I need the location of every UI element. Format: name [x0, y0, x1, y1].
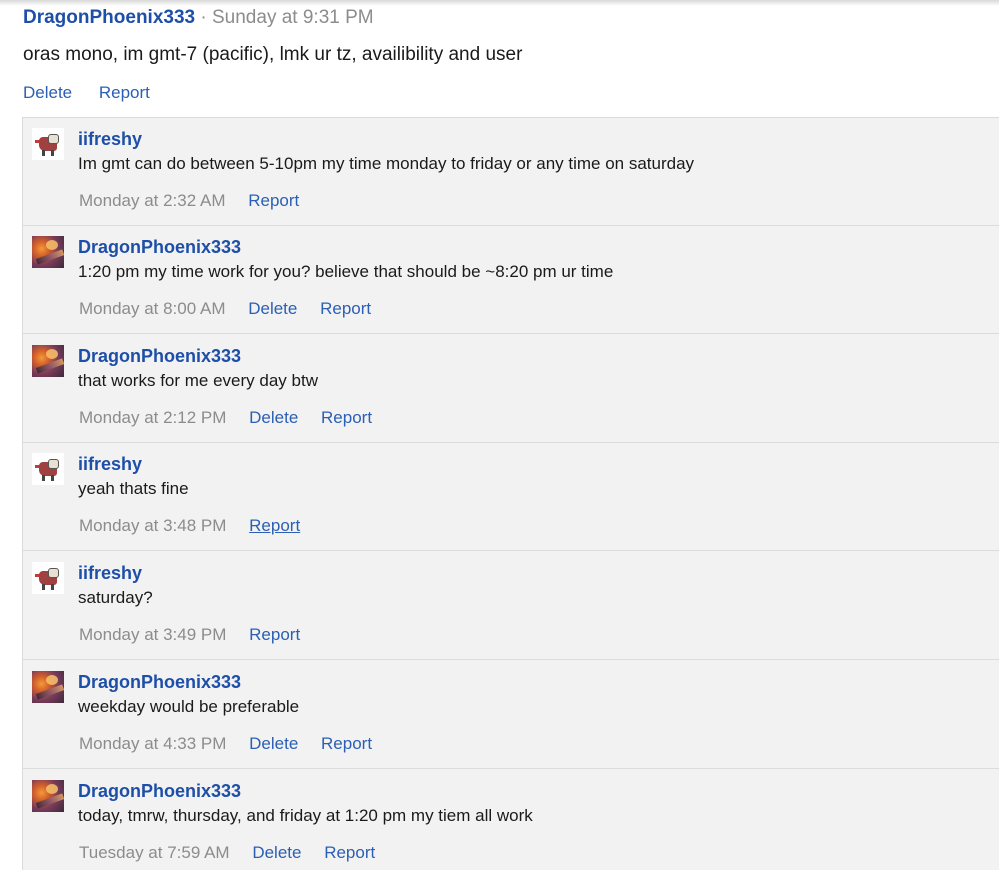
comment-delete-link[interactable]: Delete — [252, 843, 301, 862]
comment-author-link[interactable]: DragonPhoenix333 — [78, 780, 241, 802]
comment-timestamp[interactable]: Monday at 3:49 PM — [79, 625, 226, 644]
avatar[interactable] — [32, 236, 64, 268]
comment-meta: Monday at 3:48 PM Report — [79, 515, 300, 537]
comment-meta: Monday at 4:33 PM Delete Report — [79, 733, 372, 755]
post-actions: Delete Report — [23, 82, 150, 104]
comment-item: iifreshy saturday? Monday at 3:49 PM Rep… — [23, 552, 999, 660]
comment-meta: Monday at 8:00 AM Delete Report — [79, 298, 371, 320]
comment-timestamp[interactable]: Monday at 2:32 AM — [79, 191, 225, 210]
post-report-link[interactable]: Report — [99, 83, 150, 102]
sprite-head — [48, 134, 59, 144]
comment-text: saturday? — [78, 588, 153, 607]
comment-delete-link[interactable]: Delete — [248, 299, 297, 318]
comment-meta: Tuesday at 7:59 AM Delete Report — [79, 842, 375, 864]
avatar-glow — [46, 240, 58, 250]
post-header: DragonPhoenix333 · Sunday at 9:31 PM — [23, 6, 374, 30]
comment-timestamp[interactable]: Tuesday at 7:59 AM — [79, 843, 230, 862]
sprite-head — [48, 459, 59, 469]
comment-report-link[interactable]: Report — [324, 843, 375, 862]
avatar[interactable] — [32, 345, 64, 377]
comment-report-link[interactable]: Report — [249, 625, 300, 644]
sprite-leg — [42, 475, 45, 481]
avatar[interactable] — [32, 562, 64, 594]
comment-report-link[interactable]: Report — [321, 408, 372, 427]
post-delete-link[interactable]: Delete — [23, 83, 72, 102]
comment-timestamp[interactable]: Monday at 3:48 PM — [79, 516, 226, 535]
comment-author-link[interactable]: DragonPhoenix333 — [78, 236, 241, 258]
sprite-leg — [51, 584, 54, 590]
comment-author-link[interactable]: iifreshy — [78, 128, 142, 150]
sprite-leg — [42, 150, 45, 156]
comment-meta: Monday at 2:12 PM Delete Report — [79, 407, 372, 429]
comment-report-link[interactable]: Report — [321, 734, 372, 753]
avatar[interactable] — [32, 671, 64, 703]
avatar-streak — [35, 358, 64, 374]
sprite-head — [48, 568, 59, 578]
comment-item: DragonPhoenix333 1:20 pm my time work fo… — [23, 226, 999, 334]
comment-author-link[interactable]: iifreshy — [78, 453, 142, 475]
avatar[interactable] — [32, 128, 64, 160]
sprite-leg — [51, 150, 54, 156]
comment-delete-link[interactable]: Delete — [249, 408, 298, 427]
avatar-glow — [46, 784, 58, 794]
comment-item: DragonPhoenix333 that works for me every… — [23, 335, 999, 443]
avatar[interactable] — [32, 453, 64, 485]
avatar[interactable] — [32, 780, 64, 812]
comment-report-link[interactable]: Report — [248, 191, 299, 210]
avatar-streak — [35, 684, 64, 700]
comment-report-link[interactable]: Report — [320, 299, 371, 318]
comment-item: DragonPhoenix333 today, tmrw, thursday, … — [23, 770, 999, 870]
comment-meta: Monday at 2:32 AM Report — [79, 190, 299, 212]
comment-author-link[interactable]: iifreshy — [78, 562, 142, 584]
post-body: oras mono, im gmt-7 (pacific), lmk ur tz… — [23, 44, 523, 65]
comment-timestamp[interactable]: Monday at 4:33 PM — [79, 734, 226, 753]
comment-report-link[interactable]: Report — [249, 516, 300, 535]
comment-text: today, tmrw, thursday, and friday at 1:2… — [78, 806, 533, 825]
avatar-glow — [46, 349, 58, 359]
comment-text: weekday would be preferable — [78, 697, 300, 716]
comment-item: DragonPhoenix333 weekday would be prefer… — [23, 661, 999, 769]
comment-meta: Monday at 3:49 PM Report — [79, 624, 300, 646]
post-separator: · — [200, 7, 207, 28]
comment-timestamp[interactable]: Monday at 8:00 AM — [79, 299, 225, 318]
comment-author-link[interactable]: DragonPhoenix333 — [78, 345, 241, 367]
thread-page: DragonPhoenix333 · Sunday at 9:31 PM ora… — [0, 0, 999, 870]
avatar-glow — [46, 675, 58, 685]
comment-text: that works for me every day btw — [78, 371, 318, 390]
avatar-streak — [35, 249, 64, 265]
comment-text: yeah thats fine — [78, 479, 189, 498]
post-author-link[interactable]: DragonPhoenix333 — [23, 7, 195, 28]
comment-text: Im gmt can do between 5-10pm my time mon… — [78, 154, 695, 173]
comment-list: iifreshy Im gmt can do between 5-10pm my… — [22, 117, 999, 870]
comment-delete-link[interactable]: Delete — [249, 734, 298, 753]
comment-author-link[interactable]: DragonPhoenix333 — [78, 671, 241, 693]
sprite-leg — [51, 475, 54, 481]
comment-timestamp[interactable]: Monday at 2:12 PM — [79, 408, 226, 427]
comment-text: 1:20 pm my time work for you? believe th… — [78, 262, 614, 281]
post-timestamp[interactable]: Sunday at 9:31 PM — [212, 7, 374, 28]
comment-item: iifreshy yeah thats fine Monday at 3:48 … — [23, 443, 999, 551]
avatar-streak — [35, 793, 64, 809]
sprite-leg — [42, 584, 45, 590]
comment-item: iifreshy Im gmt can do between 5-10pm my… — [23, 118, 999, 226]
